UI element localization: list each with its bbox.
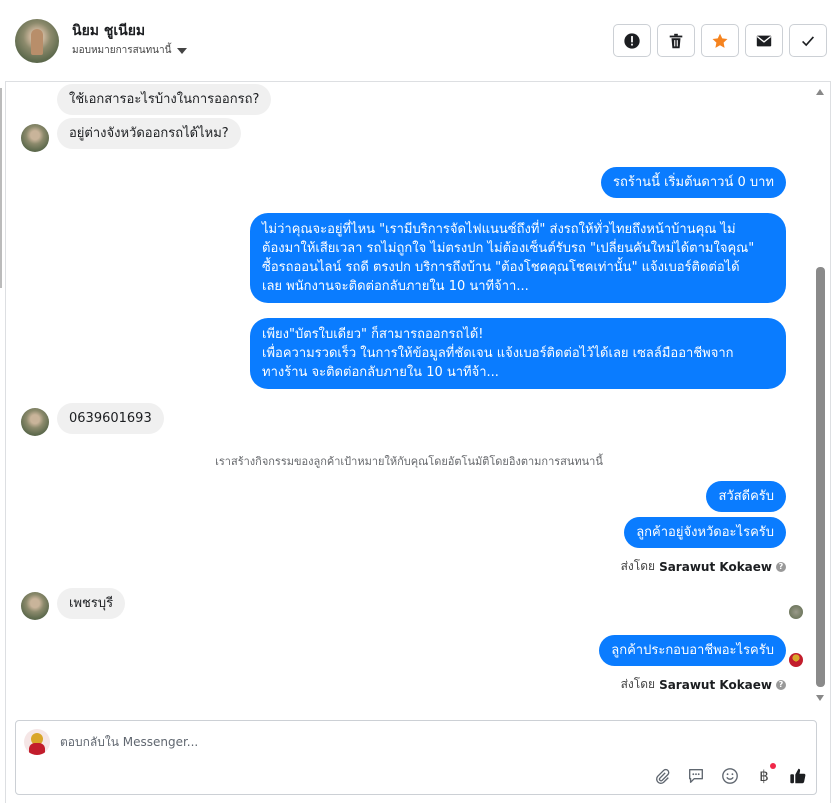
- composer-toolbar: ฿: [652, 763, 808, 786]
- message-line: เพียง"บัตรใบเดียว" ก็สามารถออกรถได้!: [262, 327, 484, 342]
- emoji-icon: [722, 768, 738, 784]
- message-outgoing[interactable]: รถร้านนี้ เริ่มต้นดาวน์ 0 บาท: [601, 167, 786, 198]
- message-thread[interactable]: ใช้เอกสารอะไรบ้างในการออกรถ? อยู่ต่างจัง…: [5, 83, 813, 710]
- contact-avatar-small: [21, 592, 49, 620]
- alert-icon: [624, 32, 640, 49]
- message-incoming[interactable]: อยู่ต่างจังหวัดออกรถได้ไหม?: [57, 118, 241, 149]
- assign-label: มอบหมายการสนทนานี้: [72, 45, 172, 56]
- attachment-icon: [656, 768, 670, 784]
- message-line: ทางร้าน จะติดต่อกลับภายใน 10 นาทีจ้า...: [262, 365, 499, 380]
- message-line: เลย พนักงานจะติดต่อกลับภายใน 10 นาทีจ้าา…: [262, 279, 529, 294]
- sent-by-label: ส่งโดย Sarawut Kokaew ?: [621, 557, 786, 576]
- sent-by-label: ส่งโดย Sarawut Kokaew ?: [621, 675, 786, 694]
- mark-spam-button[interactable]: [613, 24, 651, 57]
- reply-composer: ฿: [15, 720, 817, 795]
- trash-icon: [669, 33, 683, 48]
- message-line: ไม่ว่าคุณจะอยู่ที่ไหน "เรามีบริการจัดไฟแ…: [262, 222, 736, 237]
- sender-name[interactable]: Sarawut Kokaew: [659, 678, 772, 692]
- like-button[interactable]: [788, 766, 808, 786]
- message-outgoing[interactable]: ลูกค้าอยู่จังหวัดอะไรครับ: [624, 517, 786, 548]
- sent-by-prefix: ส่งโดย: [620, 559, 656, 573]
- page-avatar: [24, 729, 50, 755]
- attach-button[interactable]: [652, 766, 672, 786]
- conversation-toolbar: [613, 24, 827, 57]
- thread-scrollbar[interactable]: [814, 83, 827, 710]
- contact-avatar-small: [21, 408, 49, 436]
- mark-done-button[interactable]: [789, 24, 827, 57]
- saved-replies-button[interactable]: [686, 766, 706, 786]
- check-icon: [802, 35, 815, 46]
- scroll-down-arrow-icon[interactable]: [816, 695, 824, 701]
- message-line: เพื่อความรวดเร็ว ในการให้ข้อมูลที่ชัดเจน…: [262, 346, 734, 361]
- like-icon: [790, 768, 806, 784]
- message-outgoing[interactable]: สวัสดีครับ: [706, 481, 786, 512]
- read-receipt-avatar: [789, 605, 803, 619]
- mail-icon: [756, 35, 772, 46]
- system-note: เราสร้างกิจกรรมของลูกค้าเป้าหมายให้กับคุ…: [215, 455, 603, 468]
- assign-conversation-dropdown[interactable]: มอบหมายการสนทนานี้: [72, 43, 188, 58]
- star-icon: [712, 33, 728, 48]
- message-incoming[interactable]: ใช้เอกสารอะไรบ้างในการออกรถ?: [57, 84, 272, 115]
- message-incoming[interactable]: 0639601693: [57, 403, 164, 434]
- message-line: ต้องมาให้เสียเวลา รถไม่ถูกใจ ไม่ตรงปก ไม…: [262, 241, 755, 256]
- message-outgoing[interactable]: เพียง"บัตรใบเดียว" ก็สามารถออกรถได้! เพื…: [250, 318, 786, 389]
- contact-avatar-small: [21, 124, 49, 152]
- emoji-button[interactable]: [720, 766, 740, 786]
- payment-button[interactable]: ฿: [754, 763, 776, 786]
- conversation-header: นิยม ชูเนียม มอบหมายการสนทนานี้: [5, 0, 831, 82]
- saved-replies-icon: [689, 769, 703, 783]
- message-outgoing[interactable]: ไม่ว่าคุณจะอยู่ที่ไหน "เรามีบริการจัดไฟแ…: [250, 213, 786, 303]
- message-line: ซื้อรถออนไลน์ รถดี ตรงปก บริการถึงบ้าน "…: [262, 260, 740, 275]
- left-panel-edge: [0, 88, 2, 288]
- delete-button[interactable]: [657, 24, 695, 57]
- star-button[interactable]: [701, 24, 739, 57]
- contact-name[interactable]: นิยม ชูเนียม: [72, 20, 145, 42]
- page-avatar-small: [789, 653, 803, 667]
- message-outgoing[interactable]: ลูกค้าประกอบอาชีพอะไรครับ: [599, 635, 786, 666]
- help-icon[interactable]: ?: [776, 679, 786, 690]
- message-incoming[interactable]: เพชรบุรี: [57, 588, 126, 619]
- baht-icon: ฿: [759, 767, 769, 785]
- reply-input[interactable]: [60, 735, 760, 749]
- caret-down-icon: [177, 47, 188, 54]
- scrollbar-thumb[interactable]: [816, 267, 825, 687]
- scroll-up-arrow-icon[interactable]: [816, 89, 824, 95]
- contact-avatar[interactable]: [15, 19, 59, 63]
- help-icon[interactable]: ?: [776, 561, 786, 572]
- sent-by-prefix: ส่งโดย: [620, 677, 656, 691]
- sender-name[interactable]: Sarawut Kokaew: [659, 560, 772, 574]
- mark-unread-button[interactable]: [745, 24, 783, 57]
- notification-dot: [770, 763, 776, 769]
